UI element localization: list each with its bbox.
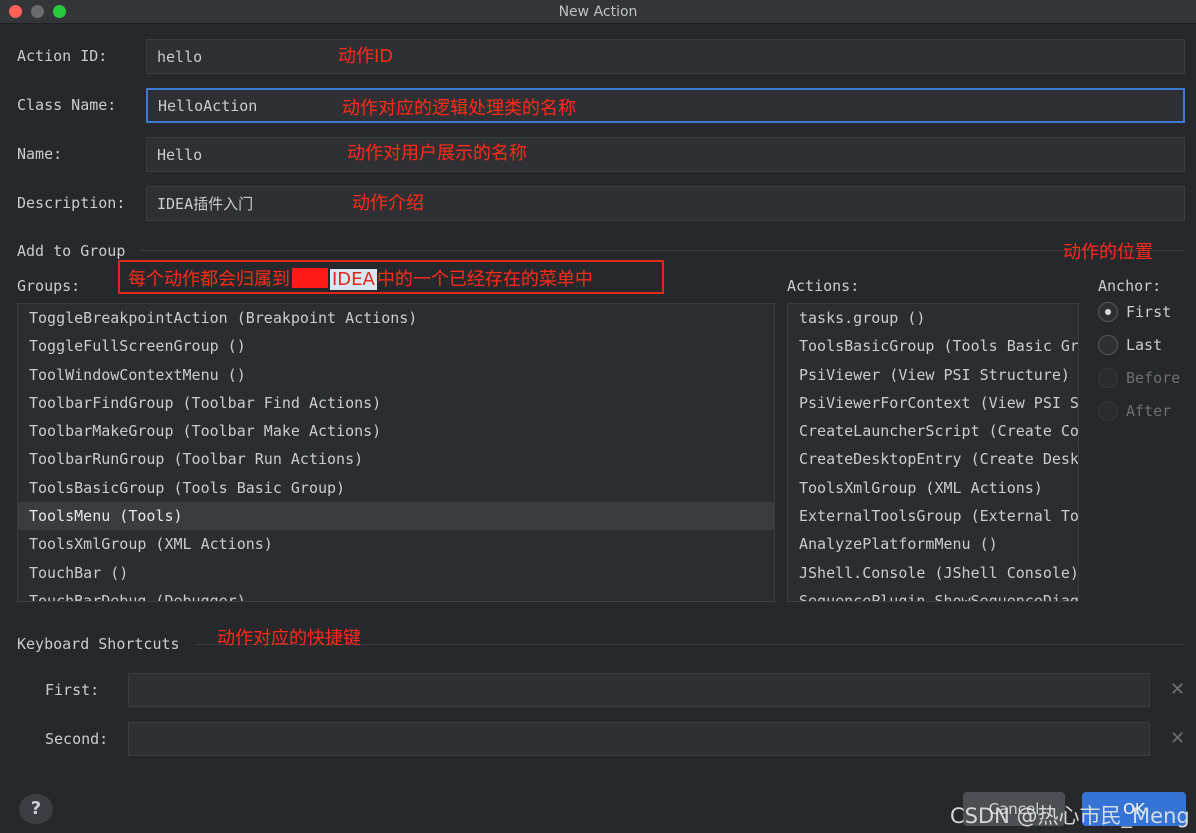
annotation-shortcuts: 动作对应的快捷键	[217, 628, 361, 649]
annotation-position: 动作的位置	[1063, 242, 1153, 263]
actions-list-item[interactable]: ToolsBasicGroup (Tools Basic Group)	[788, 332, 1078, 360]
clear-second-shortcut-icon[interactable]: ✕	[1170, 728, 1185, 749]
actions-list-item[interactable]: ExternalToolsGroup (External Tools)	[788, 502, 1078, 530]
groups-list-item[interactable]: ToolbarMakeGroup (Toolbar Make Actions)	[18, 417, 774, 445]
actions-list-item[interactable]: CreateDesktopEntry (Create Desktop Entry…	[788, 445, 1078, 473]
groups-list-item[interactable]: ToolbarRunGroup (Toolbar Run Actions)	[18, 445, 774, 473]
actions-list-item[interactable]: ToolsXmlGroup (XML Actions)	[788, 474, 1078, 502]
radio-unchecked-icon	[1098, 335, 1118, 355]
groups-list[interactable]: ToggleBreakpointAction (Breakpoint Actio…	[17, 303, 775, 602]
groups-list-item-selected[interactable]: ToolsMenu (Tools)	[18, 502, 774, 531]
groups-list-item[interactable]: ToolsBasicGroup (Tools Basic Group)	[18, 474, 774, 502]
redaction-block	[292, 268, 328, 288]
anchor-label: Anchor:	[1098, 277, 1162, 295]
anchor-last-radio[interactable]: Last	[1098, 335, 1162, 355]
annotation-groups-prefix: 每个动作都会归属到	[128, 269, 290, 290]
actions-list-item[interactable]: PsiViewer (View PSI Structure)	[788, 361, 1078, 389]
annotation-name: 动作对用户展示的名称	[347, 143, 527, 164]
class-name-label: Class Name:	[17, 96, 117, 114]
annotation-action-id: 动作ID	[338, 46, 394, 67]
second-shortcut-label: Second:	[45, 730, 109, 748]
title-bar: New Action	[0, 0, 1196, 24]
actions-list[interactable]: tasks.group () ToolsBasicGroup (Tools Ba…	[787, 303, 1079, 602]
groups-list-item[interactable]: ToolsXmlGroup (XML Actions)	[18, 530, 774, 558]
second-shortcut-input[interactable]	[128, 722, 1150, 756]
groups-list-item[interactable]: TouchBarDebug (Debugger)	[18, 587, 774, 601]
actions-list-item[interactable]: SequencePlugin.ShowSequenceDiagram	[788, 587, 1078, 601]
groups-list-item[interactable]: ToolbarFindGroup (Toolbar Find Actions)	[18, 389, 774, 417]
annotation-class-name: 动作对应的逻辑处理类的名称	[342, 98, 576, 119]
anchor-after-radio[interactable]: After	[1098, 401, 1171, 421]
groups-list-item[interactable]: ToolWindowContextMenu ()	[18, 361, 774, 389]
add-to-group-title: Add to Group	[17, 242, 126, 260]
anchor-first-radio[interactable]: First	[1098, 302, 1171, 322]
actions-list-item[interactable]: tasks.group ()	[788, 304, 1078, 332]
actions-label: Actions:	[787, 277, 860, 295]
first-shortcut-label: First:	[45, 681, 100, 699]
actions-list-item[interactable]: PsiViewerForContext (View PSI Structure …	[788, 389, 1078, 417]
description-input[interactable]	[146, 186, 1185, 221]
description-label: Description:	[17, 194, 126, 212]
help-button[interactable]: ?	[19, 794, 53, 824]
class-name-input[interactable]	[146, 88, 1185, 123]
radio-checked-icon	[1098, 302, 1118, 322]
groups-label: Groups:	[17, 277, 81, 295]
actions-list-item[interactable]: CreateLauncherScript (Create Command-lin…	[788, 417, 1078, 445]
keyboard-shortcuts-title: Keyboard Shortcuts	[17, 635, 180, 653]
window-title: New Action	[558, 4, 638, 20]
annotation-description: 动作介绍	[352, 193, 424, 214]
watermark: CSDN @热心市民_Meng	[950, 804, 1190, 828]
name-label: Name:	[17, 145, 63, 163]
add-to-group-divider	[140, 250, 1185, 251]
name-input[interactable]	[146, 137, 1185, 172]
action-id-label: Action ID:	[17, 47, 108, 65]
groups-list-item[interactable]: TouchBar ()	[18, 559, 774, 587]
groups-list-item[interactable]: ToggleBreakpointAction (Breakpoint Actio…	[18, 304, 774, 332]
annotation-groups-suffix: 中的一个已经存在的菜单中	[376, 269, 593, 290]
first-shortcut-input[interactable]	[128, 673, 1150, 707]
action-id-input[interactable]	[146, 39, 1185, 74]
actions-list-item[interactable]: AnalyzePlatformMenu ()	[788, 530, 1078, 558]
radio-disabled-icon	[1098, 368, 1118, 388]
annotation-groups-highlight: IDEA	[330, 269, 377, 290]
groups-list-item[interactable]: ToggleFullScreenGroup ()	[18, 332, 774, 360]
clear-first-shortcut-icon[interactable]: ✕	[1170, 679, 1185, 700]
annotation-groups-box: 每个动作都会归属到 IDEA 中的一个已经存在的菜单中	[118, 260, 664, 294]
radio-disabled-icon	[1098, 401, 1118, 421]
anchor-before-radio[interactable]: Before	[1098, 368, 1180, 388]
actions-list-item[interactable]: JShell.Console (JShell Console)	[788, 559, 1078, 587]
